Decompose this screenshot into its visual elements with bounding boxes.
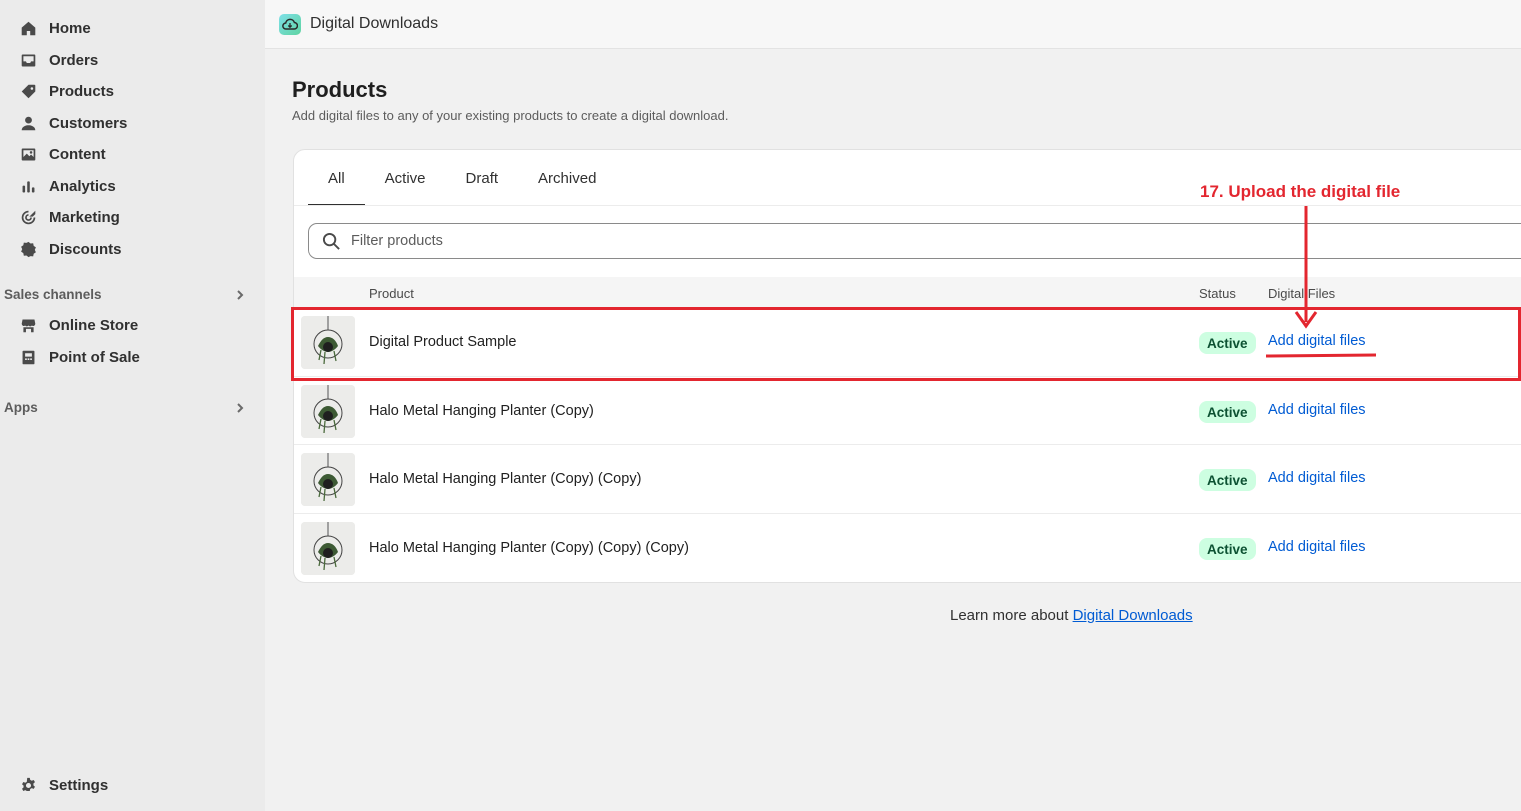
- app-header: Digital Downloads: [265, 0, 1521, 49]
- tab-draft[interactable]: Draft: [446, 150, 519, 206]
- column-status: Status: [1199, 286, 1236, 301]
- table-row[interactable]: Halo Metal Hanging Planter (Copy) (Copy)…: [294, 513, 1521, 581]
- sidebar-item-label: Customers: [49, 114, 128, 132]
- add-digital-files-link[interactable]: Add digital files: [1268, 539, 1366, 555]
- apps-section[interactable]: Apps: [4, 400, 246, 415]
- app-title: Digital Downloads: [310, 15, 439, 32]
- sales-channels-label: Sales channels: [4, 287, 102, 302]
- sidebar-item-label: Discounts: [49, 240, 122, 258]
- sidebar-item-discounts[interactable]: Discounts: [20, 236, 122, 262]
- tab-archived[interactable]: Archived: [518, 150, 616, 206]
- chevron-right-icon[interactable]: [234, 289, 246, 301]
- store-icon: [21, 319, 36, 332]
- discount-icon: [21, 241, 36, 257]
- learn-more-text: Learn more about Digital Downloads: [950, 607, 1193, 624]
- product-name[interactable]: Halo Metal Hanging Planter (Copy): [369, 403, 594, 419]
- target-icon: [21, 210, 36, 224]
- tabs-divider: [294, 205, 1521, 206]
- add-digital-files-link[interactable]: Add digital files: [1268, 402, 1366, 418]
- inbox-icon: [21, 54, 36, 66]
- sidebar-item-products[interactable]: Products: [20, 78, 114, 104]
- filter-products-search[interactable]: Filter products: [308, 223, 1521, 259]
- status-badge: Active: [1199, 469, 1256, 491]
- sidebar-item-label: Online Store: [49, 316, 139, 334]
- product-thumbnail: [301, 453, 355, 506]
- sidebar-item-point-of-sale[interactable]: Point of Sale: [20, 344, 140, 370]
- sidebar-item-content[interactable]: Content: [20, 141, 106, 167]
- tab-all[interactable]: All: [308, 150, 365, 206]
- chevron-right-icon[interactable]: [234, 402, 246, 414]
- sidebar-item-label: Point of Sale: [49, 348, 140, 366]
- search-icon: [322, 232, 340, 250]
- sidebar-item-label: Products: [49, 82, 115, 100]
- sidebar-item-label: Home: [49, 19, 91, 37]
- sidebar-item-label: Settings: [49, 776, 109, 794]
- add-digital-files-link[interactable]: Add digital files: [1268, 470, 1366, 486]
- apps-label: Apps: [4, 400, 38, 415]
- column-digital-files: Digital Files: [1268, 286, 1336, 301]
- sales-channels-section[interactable]: Sales channels: [4, 287, 246, 302]
- sidebar-item-online-store[interactable]: Online Store: [20, 312, 138, 338]
- sidebar-item-customers[interactable]: Customers: [20, 110, 127, 136]
- table-row[interactable]: Halo Metal Hanging Planter (Copy) Active…: [294, 376, 1521, 444]
- pos-icon: [22, 350, 35, 364]
- home-icon: [21, 21, 36, 35]
- bar-chart-icon: [22, 180, 35, 192]
- column-product: Product: [369, 286, 414, 301]
- learn-more-prefix: Learn more about: [950, 607, 1073, 624]
- product-name[interactable]: Halo Metal Hanging Planter (Copy) (Copy): [369, 471, 641, 487]
- sidebar-item-label: Marketing: [49, 208, 120, 226]
- table-header: Product Status Digital Files: [294, 277, 1521, 307]
- sidebar-item-orders[interactable]: Orders: [20, 47, 98, 73]
- digital-downloads-help-link[interactable]: Digital Downloads: [1073, 607, 1193, 624]
- status-badge: Active: [1199, 538, 1256, 560]
- sidebar-item-marketing[interactable]: Marketing: [20, 204, 120, 230]
- product-name[interactable]: Halo Metal Hanging Planter (Copy) (Copy)…: [369, 540, 689, 556]
- sidebar-item-analytics[interactable]: Analytics: [20, 173, 116, 199]
- sidebar-item-label: Orders: [49, 51, 99, 69]
- gear-icon: [22, 777, 35, 791]
- digital-downloads-logo-icon: [279, 14, 301, 35]
- tag-icon: [21, 84, 36, 98]
- sidebar-item-settings[interactable]: Settings: [20, 772, 108, 798]
- product-thumbnail: [301, 385, 355, 438]
- tab-active[interactable]: Active: [365, 150, 446, 206]
- sidebar-item-label: Analytics: [49, 177, 116, 195]
- status-badge: Active: [1199, 401, 1256, 423]
- image-icon: [21, 148, 36, 160]
- product-thumbnail: [301, 522, 355, 575]
- status-tabs: All Active Draft Archived: [308, 150, 616, 206]
- tutorial-highlight-box: [291, 307, 1521, 381]
- person-icon: [21, 116, 36, 130]
- sidebar-item-label: Content: [49, 145, 106, 163]
- page-subtitle: Add digital files to any of your existin…: [292, 108, 729, 123]
- table-row[interactable]: Halo Metal Hanging Planter (Copy) (Copy)…: [294, 444, 1521, 512]
- page-title: Products: [292, 77, 388, 102]
- sidebar: Home Orders Products Customers Content A…: [0, 0, 265, 811]
- tutorial-annotation-text: 17. Upload the digital file: [1200, 182, 1401, 201]
- search-input[interactable]: Filter products: [351, 233, 443, 249]
- sidebar-item-home[interactable]: Home: [20, 15, 91, 41]
